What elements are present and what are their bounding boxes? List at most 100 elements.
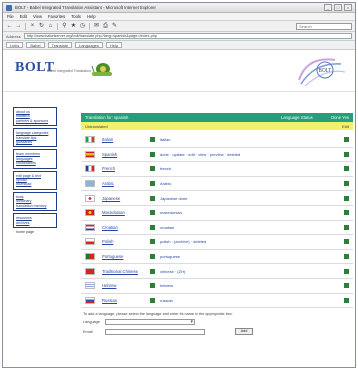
sidebar-item[interactable]: archives (16, 221, 54, 225)
back-icon[interactable]: ← (6, 23, 13, 30)
table-row: Portuguese portuguese (81, 250, 353, 265)
language-links[interactable]: russian (160, 298, 344, 303)
edit-link[interactable]: Edit (342, 124, 349, 129)
link-chip[interactable]: Languages (75, 42, 103, 48)
menu-edit[interactable]: Edit (20, 14, 27, 19)
menu-file[interactable]: File (7, 14, 14, 19)
site-logo[interactable]: BOLT (15, 60, 55, 76)
address-label: Address (6, 33, 21, 39)
untranslated-label[interactable]: Untranslated (85, 124, 342, 129)
maximize-button[interactable]: □ (334, 4, 342, 11)
favorites-icon[interactable]: ★ (70, 23, 77, 30)
email-field[interactable] (105, 328, 205, 335)
status-box-icon (150, 239, 155, 245)
home-icon[interactable]: ⌂ (47, 23, 54, 30)
link-chip[interactable]: Translate (47, 42, 73, 48)
table-row: Spanish done · update · edit · view · pr… (81, 148, 353, 163)
address-bar: Address http://www.babelserver.org/bolt/… (3, 32, 355, 41)
link-chip[interactable]: Links (6, 42, 24, 48)
language-links[interactable]: Arabic (160, 181, 344, 186)
sidebar-item[interactable]: partners & sponsors (16, 119, 54, 123)
mail-icon[interactable]: ✉ (93, 23, 100, 30)
language-links[interactable]: chinese · (ZH) (160, 269, 344, 274)
link-chip[interactable]: Babel (26, 42, 45, 48)
toolbar-search-input[interactable]: Search (296, 22, 352, 30)
search-icon[interactable]: ⚲ (61, 23, 68, 30)
sidebar-home-link[interactable]: home page (13, 230, 57, 234)
sidebar-item[interactable]: glossaries (16, 140, 54, 144)
done-checkbox[interactable] (344, 268, 349, 274)
language-name[interactable]: Polish (102, 239, 150, 244)
close-button[interactable]: × (344, 4, 352, 11)
stop-icon[interactable]: × (29, 23, 36, 30)
language-name[interactable]: Portuguese (102, 254, 150, 259)
links-bar: Links Babel Translate Languages Help (3, 41, 355, 50)
menu-help[interactable]: Help (87, 14, 96, 19)
table-title: Translation for: spanish (85, 115, 129, 120)
refresh-icon[interactable]: ↻ (38, 23, 45, 30)
language-links[interactable]: Japanese done (160, 196, 344, 201)
language-name[interactable]: Macedonian (102, 210, 150, 215)
language-links[interactable]: done · update · edit · view · preview · … (160, 152, 344, 157)
language-links[interactable]: french (160, 166, 344, 171)
status-box-icon (150, 268, 155, 274)
logo-subtitle: Babel Integrated Translation (47, 69, 91, 73)
language-name[interactable]: Arabic (102, 181, 150, 186)
table-row: French french (81, 162, 353, 177)
sidebar-item[interactable]: coordinators (16, 161, 54, 165)
language-name[interactable]: Spanish (102, 152, 150, 157)
menu-favorites[interactable]: Favorites (48, 14, 65, 19)
address-input[interactable]: http://www.babelserver.org/bolt/translat… (23, 33, 352, 39)
done-checkbox[interactable] (344, 224, 349, 230)
minimize-button[interactable]: _ (324, 4, 332, 11)
menu-view[interactable]: View (33, 14, 42, 19)
language-name[interactable]: Traditional Chinese (102, 269, 150, 274)
language-form-row: Language (81, 319, 353, 326)
table-row: Arabic Arabic (81, 177, 353, 192)
italy-flag-icon (85, 136, 95, 144)
done-checkbox[interactable] (344, 181, 349, 187)
done-checkbox[interactable] (344, 239, 349, 245)
language-name[interactable]: French (102, 166, 150, 171)
language-name[interactable]: Japanese (102, 196, 150, 201)
sidebar-item[interactable]: download (16, 182, 54, 186)
done-checkbox[interactable] (344, 166, 349, 172)
sidebar-group: resources archives (13, 213, 57, 228)
language-links[interactable]: italian (160, 137, 344, 142)
language-select[interactable] (105, 319, 195, 326)
menu-tools[interactable]: Tools (71, 14, 81, 19)
done-checkbox[interactable] (344, 210, 349, 216)
done-checkbox[interactable] (344, 195, 349, 201)
forward-icon[interactable]: → (15, 23, 22, 30)
done-checkbox[interactable] (344, 137, 349, 143)
language-links[interactable]: croatian (160, 225, 344, 230)
sidebar-group: about us statistics partners & sponsors (13, 107, 57, 127)
done-checkbox[interactable] (344, 151, 349, 157)
language-name[interactable]: Hebrew (102, 283, 150, 288)
sidebar-item[interactable]: language categories (16, 131, 54, 135)
table-row: Croatian croatian (81, 221, 353, 236)
status-box-icon (150, 297, 155, 303)
done-checkbox[interactable] (344, 254, 349, 260)
language-links[interactable]: portuguese (160, 254, 344, 259)
print-icon[interactable]: ⎙ (102, 23, 109, 30)
language-name[interactable]: Russian (102, 298, 150, 303)
menu-bar: File Edit View Favorites Tools Help (3, 13, 355, 21)
edit-icon[interactable]: ✎ (111, 23, 118, 30)
language-links[interactable]: hebrew (160, 283, 344, 288)
history-icon[interactable]: ◷ (79, 23, 86, 30)
language-name[interactable]: Croatian (102, 225, 150, 230)
add-button[interactable]: Add (235, 328, 253, 336)
status-box-icon (150, 283, 155, 289)
done-checkbox[interactable] (344, 283, 349, 289)
macedonia-flag-icon (85, 209, 95, 217)
link-chip[interactable]: Help (105, 42, 123, 48)
table-row: Hebrew hebrew (81, 279, 353, 294)
table-row: Japanese Japanese done (81, 191, 353, 206)
language-name[interactable]: Italian (102, 137, 150, 142)
arabic-flag-icon (85, 180, 95, 188)
language-links[interactable]: polish · (archive) · deleted (160, 239, 344, 244)
sidebar-item[interactable]: translation memory (16, 204, 54, 208)
done-checkbox[interactable] (344, 297, 349, 303)
language-links[interactable]: macedonian (160, 210, 344, 215)
